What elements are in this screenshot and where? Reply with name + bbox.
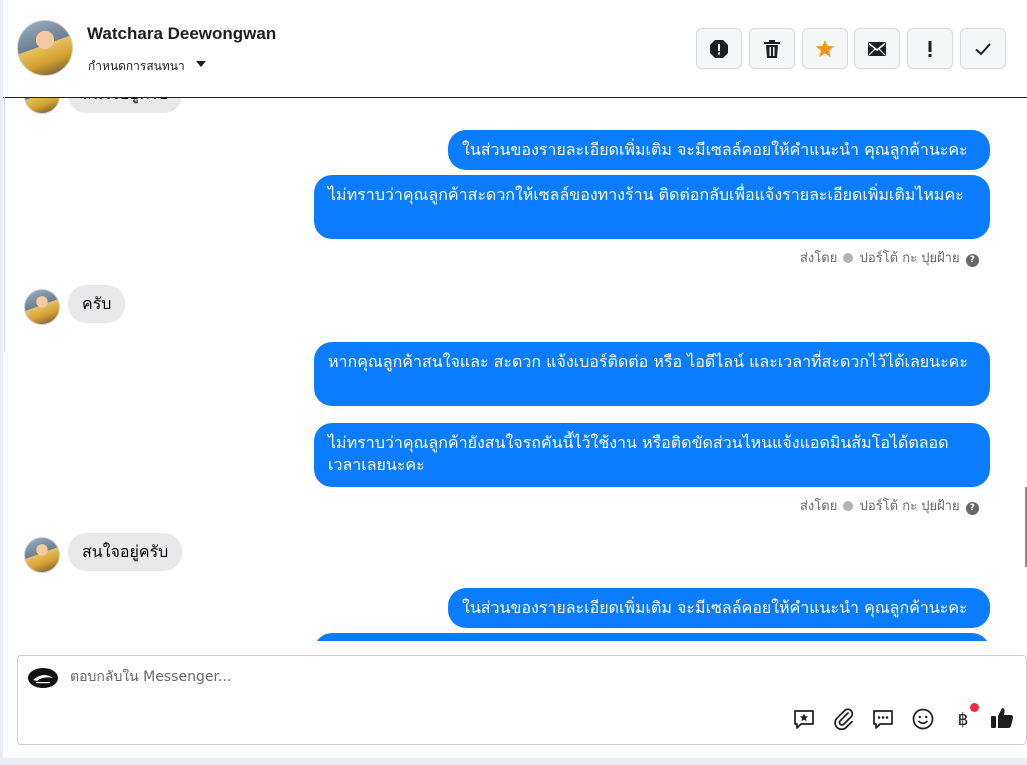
caret-down-icon[interactable] (196, 61, 206, 67)
inbox-conversation-panel: Watchara Deewongwan กำหนดการสนทนา ในส่วน… (3, 0, 1027, 758)
page-message: หากคุณลูกค้าสนใจและ สะดวก แจ้งเบอร์ติดต่… (314, 342, 990, 406)
emoji-button[interactable] (911, 707, 935, 731)
exclamation-icon (928, 40, 932, 57)
svg-text:฿: ฿ (958, 710, 969, 730)
emoji-icon (912, 708, 934, 730)
scroll-track[interactable] (4, 97, 5, 352)
contact-avatar[interactable] (17, 20, 73, 76)
customer-message: สนใจอยู่ครับ (68, 98, 183, 113)
saved-reply-button[interactable] (792, 707, 816, 731)
trash-icon (764, 39, 780, 58)
attach-button[interactable] (832, 707, 856, 731)
status-icon (843, 253, 854, 263)
reply-composer: ฿ (17, 655, 1027, 745)
customer-avatar (24, 98, 60, 114)
status-icon (843, 501, 854, 511)
page-message (314, 633, 990, 641)
quick-replies-button[interactable] (871, 707, 895, 731)
like-button[interactable] (989, 705, 1015, 731)
sender-name: ปอร์โต้ กะ ปุยฝ้าย (859, 499, 960, 514)
mail-icon (868, 41, 886, 56)
like-icon (991, 708, 1014, 728)
page-message: ในส่วนของรายละเอียดเพิ่มเติม จะมีเซลล์คอ… (448, 588, 990, 628)
mark-unread-button[interactable] (854, 28, 900, 69)
sent-by-label: ส่งโดย (800, 499, 838, 514)
page-message: ไม่ทราบว่าคุณลูกค้ายังสนใจรถคันนี้ไว้ใช้… (314, 423, 990, 487)
contact-name[interactable]: Watchara Deewongwan (87, 24, 276, 44)
notification-dot (970, 703, 979, 712)
sent-by-note: ส่งโดย ปอร์โต้ กะ ปุยฝ้าย ? (800, 247, 979, 268)
help-icon[interactable]: ? (965, 502, 979, 515)
sender-name: ปอร์โต้ กะ ปุยฝ้าย (859, 251, 960, 266)
conversation-settings-label[interactable]: กำหนดการสนทนา (88, 57, 185, 76)
saved-reply-icon (794, 710, 814, 729)
customer-avatar (24, 289, 60, 325)
star-button[interactable] (802, 28, 848, 69)
clipped-message-row: สนใจอยู่ครับ (3, 98, 303, 116)
page-message: ไม่ทราบว่าคุณลูกค้าสะดวกให้เซลล์ของทางร้… (314, 175, 990, 239)
customer-message: สนใจอยู่ครับ (68, 533, 183, 571)
attachment-icon (834, 708, 854, 731)
help-icon[interactable]: ? (965, 254, 979, 267)
customer-avatar (24, 537, 60, 573)
follow-up-button[interactable] (907, 28, 953, 69)
sent-by-note: ส่งโดย ปอร์โต้ กะ ปุยฝ้าย ? (800, 495, 979, 516)
page-logo (28, 668, 58, 688)
delete-button[interactable] (749, 28, 795, 69)
mark-done-button[interactable] (960, 28, 1006, 69)
customer-message: ครับ (68, 285, 126, 323)
report-icon (710, 39, 728, 58)
star-icon (816, 39, 834, 57)
reply-input[interactable] (70, 669, 670, 685)
conversation-header: Watchara Deewongwan กำหนดการสนทนา (3, 0, 1027, 98)
chat-bubble-icon (873, 710, 893, 729)
check-icon (975, 42, 991, 55)
sent-by-label: ส่งโดย (800, 251, 838, 266)
page-message: ในส่วนของรายละเอียดเพิ่มเติม จะมีเซลล์คอ… (448, 130, 990, 170)
report-spam-button[interactable] (696, 28, 742, 69)
clipped-message-row (314, 633, 990, 641)
